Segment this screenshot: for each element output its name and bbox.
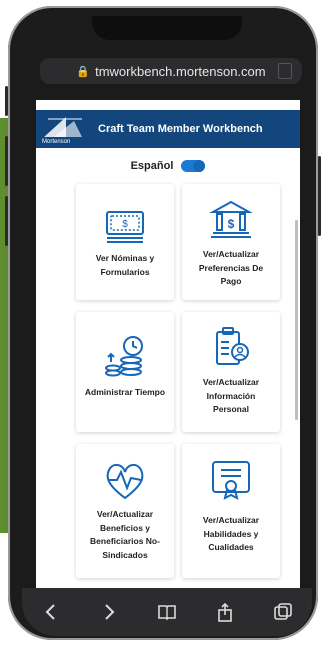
tile-payment-preferences[interactable]: $ Ver/Actualizar Preferencias De Pago <box>182 184 280 300</box>
book-icon[interactable] <box>152 597 182 627</box>
tile-label: Ver/Actualizar Información Personal <box>202 377 260 415</box>
mortenson-logo: Mortenson <box>42 113 88 145</box>
phone-frame: 🔒 tmworkbench.mortenson.com Mortenson Cr… <box>5 6 321 640</box>
tile-personal-info[interactable]: Ver/Actualizar Información Personal <box>182 312 280 432</box>
volume-up-button <box>5 136 8 186</box>
tile-payroll[interactable]: $ Ver Nóminas y Formularios <box>76 184 174 300</box>
tile-label: Ver/Actualizar Habilidades y Cualidades <box>202 515 260 553</box>
tile-label: Administrar Tiempo <box>84 387 166 397</box>
heart-pulse-icon <box>106 464 144 500</box>
tile-label: Ver/Actualizar Beneficios y Beneficiario… <box>90 509 160 560</box>
toggle-knob <box>193 160 206 172</box>
personal-info-icon <box>216 327 249 365</box>
scrollbar[interactable] <box>295 220 298 420</box>
svg-text:$: $ <box>122 219 128 230</box>
header-banner: Mortenson Craft Team Member Workbench <box>36 110 300 148</box>
tile-label: Ver Nóminas y Formularios <box>95 253 155 277</box>
tile-manage-time[interactable]: Administrar Tiempo <box>76 312 174 432</box>
language-toggle-row: Español <box>36 160 300 172</box>
clock-coins-icon <box>105 336 143 377</box>
tile-label: Ver/Actualizar Preferencias De Pago <box>198 249 264 287</box>
back-icon[interactable] <box>36 597 66 627</box>
tile-benefits[interactable]: Ver/Actualizar Beneficios y Beneficiario… <box>76 444 174 578</box>
language-toggle[interactable] <box>181 160 206 172</box>
volume-down-button <box>5 196 8 246</box>
mute-switch <box>5 86 8 116</box>
phone-screen: 🔒 tmworkbench.mortenson.com Mortenson Cr… <box>22 16 312 636</box>
brand-name: Mortenson <box>42 139 71 145</box>
language-label: Español <box>130 160 174 172</box>
share-icon[interactable] <box>210 597 240 627</box>
tile-skills[interactable]: Ver/Actualizar Habilidades y Cualidades <box>182 444 280 578</box>
page-title: Craft Team Member Workbench <box>98 123 263 135</box>
paycheck-icon: $ <box>106 211 144 243</box>
tabs-icon[interactable] <box>268 597 298 627</box>
reader-icon[interactable] <box>278 63 292 79</box>
certificate-icon <box>212 461 250 500</box>
notch <box>92 16 242 40</box>
address-bar[interactable]: 🔒 tmworkbench.mortenson.com <box>40 58 302 84</box>
url-text: tmworkbench.mortenson.com <box>95 63 266 79</box>
lock-icon: 🔒 <box>76 65 91 78</box>
bank-icon: $ <box>209 200 253 238</box>
web-page: Mortenson Craft Team Member Workbench Es… <box>36 100 300 600</box>
power-button <box>318 156 321 236</box>
forward-icon[interactable] <box>94 597 124 627</box>
svg-text:$: $ <box>228 217 235 231</box>
browser-toolbar <box>22 588 312 636</box>
